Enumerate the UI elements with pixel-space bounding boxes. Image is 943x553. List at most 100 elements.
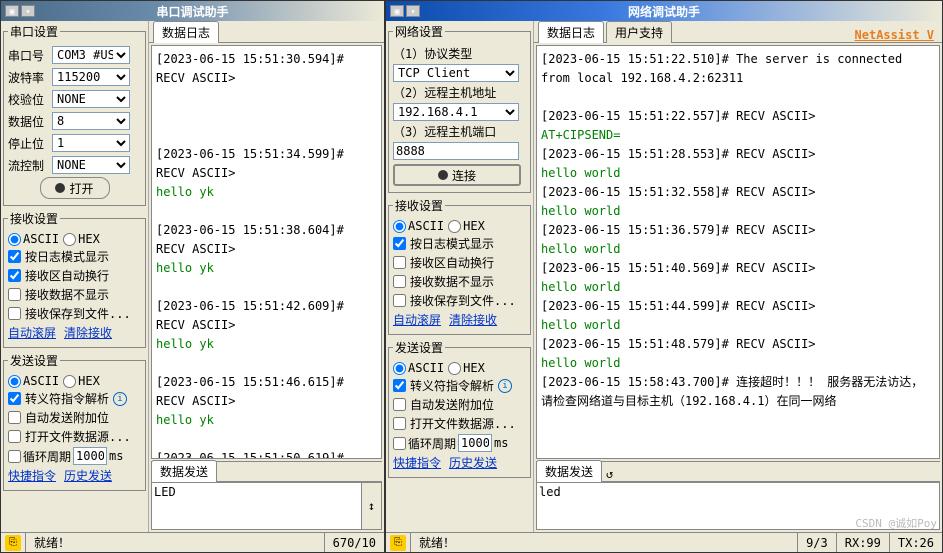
log-area-left[interactable]: [2023-06-15 15:51:30.594]# RECV ASCII> [… (151, 45, 382, 459)
send-ascii-radio[interactable]: ASCII (393, 361, 444, 375)
recv-legend: 接收设置 (8, 210, 60, 227)
clear-recv-link[interactable]: 清除接收 (64, 324, 112, 341)
clear-send-icon[interactable]: ↺ (602, 467, 617, 481)
send-hex-radio[interactable]: HEX (448, 361, 485, 375)
port-label: （3）远程主机端口 (393, 123, 526, 140)
status-counter: 670/10 (324, 533, 384, 552)
stop-label: 停止位 (8, 135, 48, 152)
port-input[interactable] (393, 142, 519, 160)
log-tab[interactable]: 数据日志 (153, 21, 219, 43)
quick-cmd-link[interactable]: 快捷指令 (393, 454, 441, 471)
app-title: 网络调试助手 (628, 3, 700, 20)
sys-icon[interactable]: ▣ (390, 5, 404, 17)
status-rx: RX:99 (836, 533, 889, 552)
log-mode-check[interactable] (393, 237, 406, 250)
auto-append-check[interactable] (8, 411, 21, 424)
cycle-input[interactable] (73, 447, 107, 465)
port-select[interactable]: COM3 #USI (52, 46, 130, 64)
cycle-check[interactable] (393, 437, 406, 450)
recv-legend: 接收设置 (393, 197, 445, 214)
data-select[interactable]: 8 (52, 112, 130, 130)
escape-check[interactable] (8, 392, 21, 405)
port-label: 串口号 (8, 47, 48, 64)
netassist-link[interactable]: NetAssist V (855, 28, 938, 42)
auto-append-check[interactable] (393, 398, 406, 411)
auto-wrap-check[interactable] (393, 256, 406, 269)
baud-select[interactable]: 115200 (52, 68, 130, 86)
send-settings: 发送设置 ASCII HEX 转义符指令解析i 自动发送附加位 打开文件数据源.… (388, 339, 531, 478)
left-sidebar: 串口设置 串口号COM3 #USI 波特率115200 校验位NONE 数据位8… (1, 21, 148, 532)
net-legend: 网络设置 (393, 23, 445, 40)
chevron-down-icon[interactable]: ▾ (406, 5, 420, 17)
status-ready: 就绪！ (25, 533, 78, 552)
sys-icon[interactable]: ▣ (5, 5, 19, 17)
titlebar-left[interactable]: ▣ ▾ 串口调试助手 (1, 1, 384, 21)
log-area-right[interactable]: [2023-06-15 15:51:22.510]# The server is… (536, 45, 940, 459)
auto-scroll-link[interactable]: 自动滚屏 (393, 311, 441, 328)
parity-label: 校验位 (8, 91, 48, 108)
host-label: （2）远程主机地址 (393, 84, 526, 101)
network-debug-app: ▣ ▾ 网络调试助手 网络设置 （1）协议类型 TCP Client （2）远程… (385, 0, 943, 553)
log-tab[interactable]: 数据日志 (538, 21, 604, 43)
save-file-check[interactable] (393, 294, 406, 307)
statusbar-right: ⎘ 就绪！ 9/3 RX:99 TX:26 CSDN @诚如Poy (386, 532, 942, 552)
status-tx: TX:26 (889, 533, 942, 552)
auto-scroll-link[interactable]: 自动滚屏 (8, 324, 56, 341)
ascii-radio[interactable]: ASCII (8, 232, 59, 246)
cycle-check[interactable] (8, 450, 21, 463)
auto-wrap-check[interactable] (8, 269, 21, 282)
open-src-check[interactable] (8, 430, 21, 443)
status-dot-icon (438, 170, 448, 180)
recv-settings: 接收设置 ASCII HEX 按日志模式显示 接收区自动换行 接收数据不显示 接… (3, 210, 146, 348)
titlebar-right[interactable]: ▣ ▾ 网络调试助手 (386, 1, 942, 21)
ascii-radio[interactable]: ASCII (393, 219, 444, 233)
host-select[interactable]: 192.168.4.1 (393, 103, 519, 121)
send-textarea[interactable]: LED (151, 482, 362, 530)
serial-debug-app: ▣ ▾ 串口调试助手 串口设置 串口号COM3 #USI 波特率115200 校… (0, 0, 385, 553)
hex-radio[interactable]: HEX (63, 232, 100, 246)
send-ascii-radio[interactable]: ASCII (8, 374, 59, 388)
help-icon[interactable]: i (498, 379, 512, 393)
app-title: 串口调试助手 (156, 3, 228, 20)
open-src-check[interactable] (393, 417, 406, 430)
hex-radio[interactable]: HEX (448, 219, 485, 233)
send-tab[interactable]: 数据发送 (151, 460, 217, 482)
history-link[interactable]: 历史发送 (449, 454, 497, 471)
chevron-down-icon[interactable]: ▾ (21, 5, 35, 17)
save-file-check[interactable] (8, 307, 21, 320)
send-tab[interactable]: 数据发送 (536, 460, 602, 482)
parity-select[interactable]: NONE (52, 90, 130, 108)
history-link[interactable]: 历史发送 (64, 467, 112, 484)
send-legend: 发送设置 (8, 352, 60, 369)
connect-button[interactable]: 连接 (393, 164, 521, 186)
cycle-input[interactable] (458, 434, 492, 452)
quick-cmd-link[interactable]: 快捷指令 (8, 467, 56, 484)
serial-settings: 串口设置 串口号COM3 #USI 波特率115200 校验位NONE 数据位8… (3, 23, 146, 206)
status-counter: 9/3 (797, 533, 836, 552)
log-mode-check[interactable] (8, 250, 21, 263)
send-legend: 发送设置 (393, 339, 445, 356)
hide-recv-check[interactable] (8, 288, 21, 301)
network-settings: 网络设置 （1）协议类型 TCP Client （2）远程主机地址 192.16… (388, 23, 531, 193)
clear-recv-link[interactable]: 清除接收 (449, 311, 497, 328)
stop-select[interactable]: 1 (52, 134, 130, 152)
open-button[interactable]: 打开 (40, 177, 110, 199)
hide-recv-check[interactable] (393, 275, 406, 288)
proto-select[interactable]: TCP Client (393, 64, 519, 82)
status-dot-icon (55, 183, 65, 193)
send-hex-radio[interactable]: HEX (63, 374, 100, 388)
proto-label: （1）协议类型 (393, 45, 526, 62)
right-sidebar: 网络设置 （1）协议类型 TCP Client （2）远程主机地址 192.16… (386, 21, 533, 532)
serial-legend: 串口设置 (8, 23, 60, 40)
alert-icon[interactable]: ⎘ (390, 535, 406, 551)
send-settings: 发送设置 ASCII HEX 转义符指令解析i 自动发送附加位 打开文件数据源.… (3, 352, 146, 491)
escape-check[interactable] (393, 379, 406, 392)
help-icon[interactable]: i (113, 392, 127, 406)
status-ready: 就绪！ (410, 533, 463, 552)
flow-select[interactable]: NONE (52, 156, 130, 174)
recv-settings: 接收设置 ASCII HEX 按日志模式显示 接收区自动换行 接收数据不显示 接… (388, 197, 531, 335)
alert-icon[interactable]: ⎘ (5, 535, 21, 551)
support-tab[interactable]: 用户支持 (606, 21, 672, 43)
send-expand-icon[interactable]: ↕ (362, 482, 382, 530)
data-label: 数据位 (8, 113, 48, 130)
